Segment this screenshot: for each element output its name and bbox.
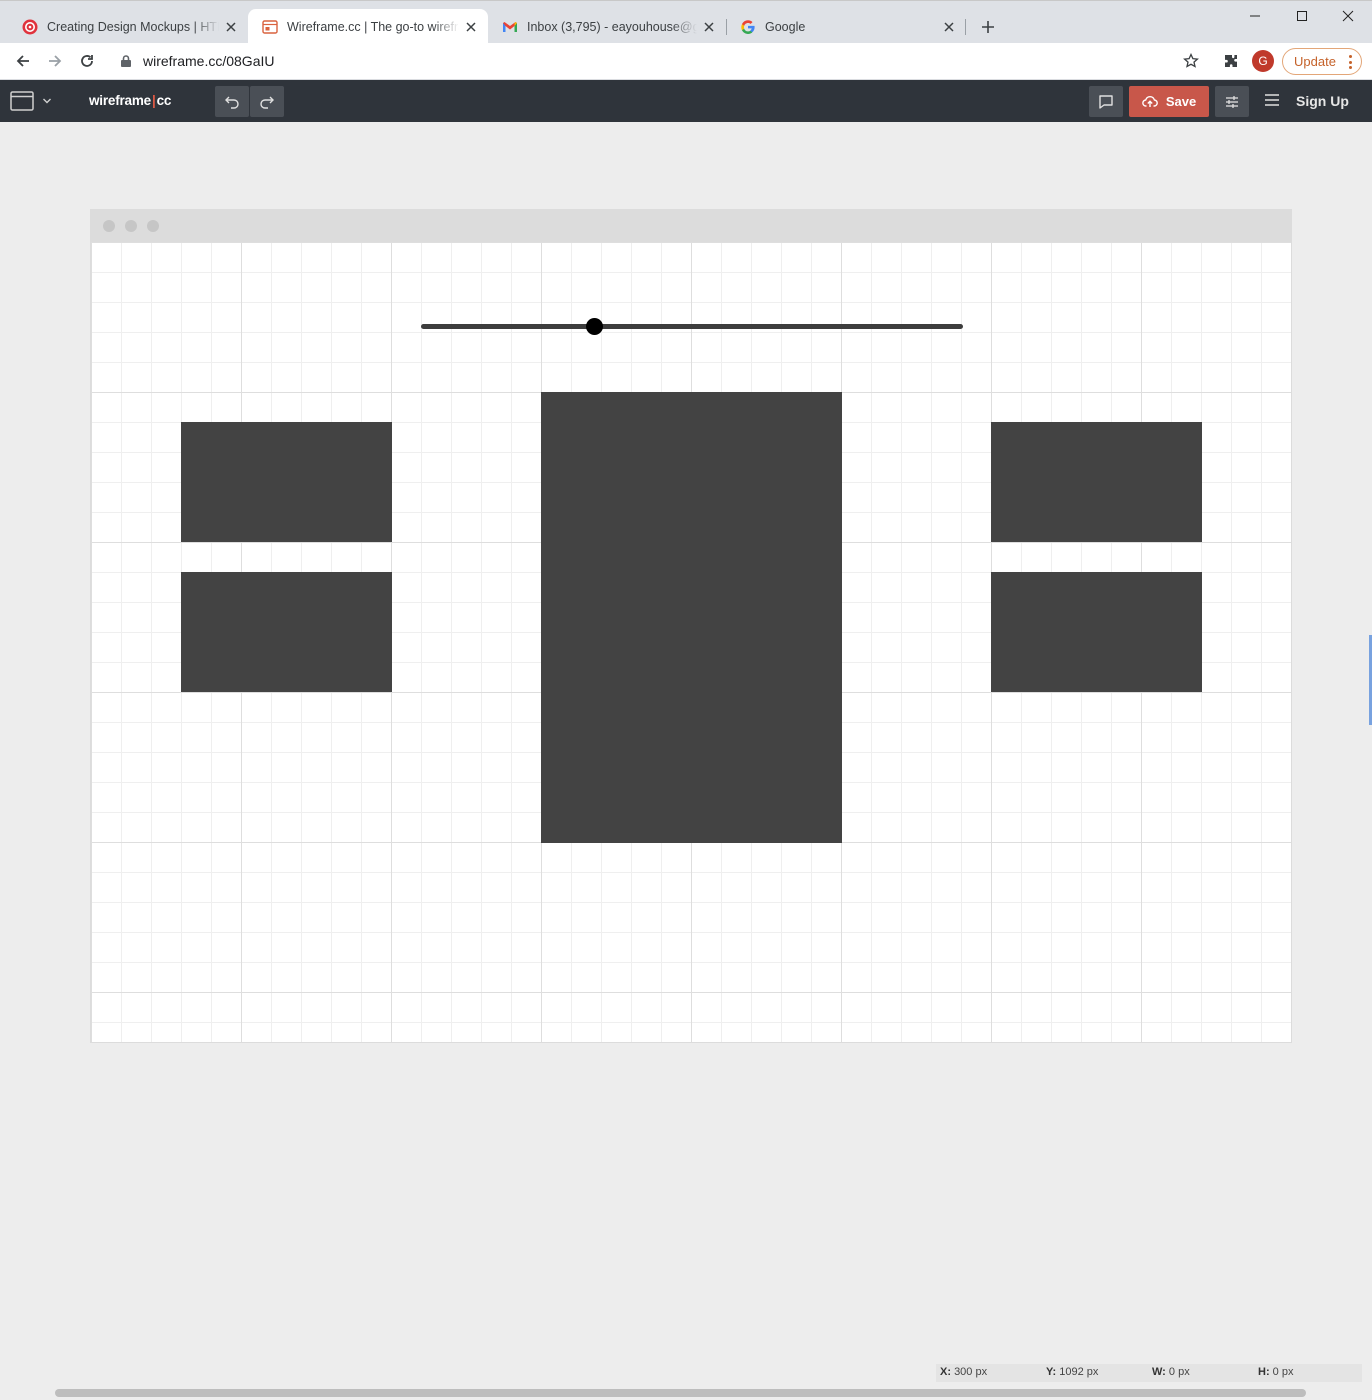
height-readout: H: 0 px xyxy=(1258,1366,1294,1378)
tab-wireframe[interactable]: Wireframe.cc | The go-to wireframe xyxy=(248,9,488,44)
arrow-left-icon xyxy=(16,55,29,67)
horizontal-scrollbar[interactable] xyxy=(55,1389,1306,1397)
forward-button[interactable] xyxy=(41,47,69,75)
tab-title: Inbox (3,795) - eayouhouse@gmail.com xyxy=(527,19,697,34)
wireframe-logo[interactable]: wireframe | cc xyxy=(89,93,171,108)
minimize-button[interactable] xyxy=(1232,1,1278,31)
browser-window-icon xyxy=(10,91,34,111)
x-coordinate: X: 300 px xyxy=(940,1366,988,1378)
hamburger-menu-icon[interactable] xyxy=(1264,93,1282,109)
placeholder-block[interactable] xyxy=(181,422,392,542)
canvas-window-bar xyxy=(91,210,1291,242)
reload-button[interactable] xyxy=(73,47,101,75)
app-header: wireframe | cc Save Sign Up xyxy=(0,80,1372,122)
slider-element-track[interactable] xyxy=(421,324,963,329)
browser-toolbar: wireframe.cc/08GaIU G Update xyxy=(0,43,1372,80)
tab-separator xyxy=(965,19,966,35)
comment-icon xyxy=(1099,94,1113,109)
chevron-down-icon xyxy=(43,98,51,104)
reload-icon xyxy=(81,55,93,67)
codecademy-favicon-icon xyxy=(22,19,38,35)
close-tab-icon[interactable] xyxy=(463,19,479,35)
undo-icon xyxy=(225,96,239,109)
redo-icon xyxy=(260,96,274,109)
star-icon xyxy=(1183,53,1199,68)
lock-icon[interactable] xyxy=(120,54,132,73)
puzzle-icon xyxy=(1225,55,1237,67)
y-coordinate: Y: 1092 px xyxy=(1046,1366,1099,1378)
placeholder-block[interactable] xyxy=(181,572,392,692)
cloud-upload-icon xyxy=(1142,96,1158,107)
back-button[interactable] xyxy=(9,47,37,75)
close-icon xyxy=(1342,10,1354,22)
comments-button[interactable] xyxy=(1089,86,1123,117)
tab-title: Google xyxy=(765,19,806,34)
redo-button[interactable] xyxy=(250,86,284,117)
tab-gmail-inbox[interactable]: Inbox (3,795) - eayouhouse@gmail.com xyxy=(488,9,726,44)
plus-icon xyxy=(982,21,994,33)
arrow-right-icon xyxy=(49,55,62,67)
width-readout: W: 0 px xyxy=(1152,1366,1190,1378)
logo-separator: | xyxy=(151,93,156,108)
tab-design-mockups[interactable]: Creating Design Mockups | HTML xyxy=(8,9,248,44)
slider-element-handle[interactable] xyxy=(585,318,603,335)
close-tab-icon[interactable] xyxy=(223,19,239,35)
wireframe-favicon-icon xyxy=(262,19,278,35)
minimize-icon xyxy=(1250,15,1260,17)
placeholder-block[interactable] xyxy=(991,422,1202,542)
tab-title: Wireframe.cc | The go-to wireframe xyxy=(287,19,459,34)
update-label: Update xyxy=(1294,54,1336,69)
close-window-button[interactable] xyxy=(1325,1,1371,31)
tab-strip: Creating Design Mockups | HTML Wireframe… xyxy=(0,0,1372,44)
kebab-menu-icon xyxy=(1349,55,1352,69)
bookmark-star-button[interactable] xyxy=(1177,47,1205,75)
logo-text-right: cc xyxy=(156,93,172,108)
new-tab-button[interactable] xyxy=(976,15,1000,39)
status-bar: X: 300 px Y: 1092 px W: 0 px H: 0 px xyxy=(936,1364,1362,1382)
maximize-button[interactable] xyxy=(1279,1,1325,31)
page-menu-button[interactable] xyxy=(10,89,56,113)
save-button[interactable]: Save xyxy=(1129,86,1209,117)
window-dot xyxy=(103,220,115,232)
settings-button[interactable] xyxy=(1215,86,1249,117)
extensions-button[interactable] xyxy=(1217,47,1245,75)
undo-button[interactable] xyxy=(215,86,249,117)
save-label: Save xyxy=(1165,94,1197,109)
close-tab-icon[interactable] xyxy=(941,19,957,35)
update-button[interactable]: Update xyxy=(1282,48,1362,75)
window-dot xyxy=(147,220,159,232)
logo-text-left: wireframe xyxy=(89,93,151,108)
canvas-grid[interactable] xyxy=(91,242,1291,1042)
google-favicon-icon xyxy=(740,19,756,35)
maximize-icon xyxy=(1297,11,1307,21)
profile-avatar[interactable]: G xyxy=(1252,50,1274,72)
wireframe-canvas[interactable] xyxy=(90,209,1292,1043)
tab-title: Creating Design Mockups | HTML xyxy=(47,19,219,34)
sign-up-link[interactable]: Sign Up xyxy=(1296,93,1349,109)
close-tab-icon[interactable] xyxy=(701,19,717,35)
address-bar[interactable]: wireframe.cc/08GaIU xyxy=(143,53,274,69)
gmail-favicon-icon xyxy=(502,19,518,35)
window-dot xyxy=(125,220,137,232)
sliders-icon xyxy=(1226,95,1238,108)
placeholder-block-large[interactable] xyxy=(541,392,842,843)
tab-google[interactable]: Google xyxy=(726,9,966,44)
placeholder-block[interactable] xyxy=(991,572,1202,692)
